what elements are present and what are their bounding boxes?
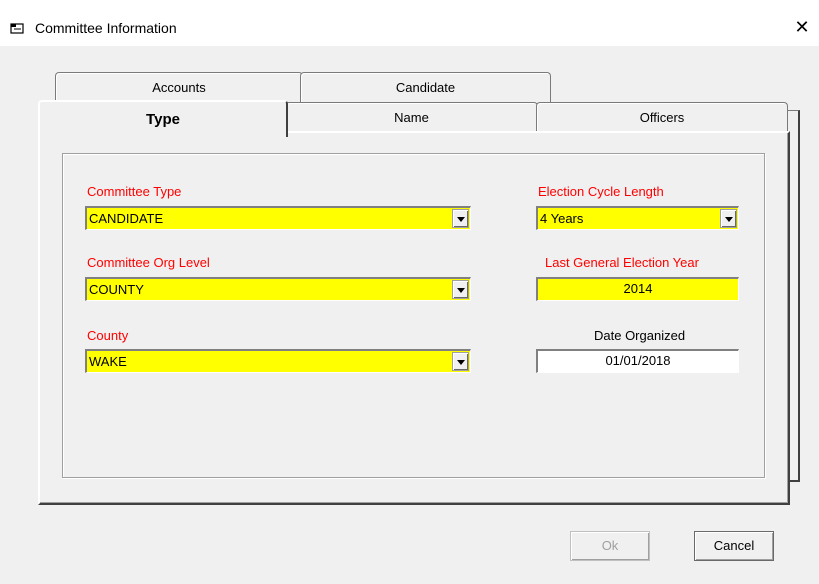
- window-title: Committee Information: [35, 20, 177, 36]
- tab-label: Candidate: [395, 80, 456, 95]
- chevron-down-icon[interactable]: [452, 352, 469, 371]
- last-general-election-year-label: Last General Election Year: [545, 255, 699, 270]
- county-value: WAKE: [89, 354, 127, 369]
- committee-org-level-value: COUNTY: [89, 282, 144, 297]
- county-select[interactable]: WAKE: [85, 349, 471, 373]
- tab-candidate[interactable]: Candidate: [300, 72, 551, 102]
- cancel-button[interactable]: Cancel: [694, 531, 774, 561]
- tab-label: Accounts: [152, 80, 206, 95]
- chevron-down-icon[interactable]: [452, 280, 469, 299]
- tab-label: Name: [394, 110, 429, 125]
- title-bar: Committee Information ✕: [0, 0, 819, 46]
- committee-org-level-label: Committee Org Level: [87, 255, 210, 270]
- tab-page-type: Committee Type CANDIDATE Committee Org L…: [38, 131, 790, 505]
- ok-button[interactable]: Ok: [570, 531, 650, 561]
- committee-type-value: CANDIDATE: [89, 211, 164, 226]
- tab-label: Type: [146, 111, 180, 128]
- tab-type[interactable]: Type: [38, 100, 288, 137]
- county-label: County: [87, 328, 129, 343]
- chevron-down-icon[interactable]: [452, 209, 469, 228]
- close-icon[interactable]: ✕: [790, 15, 814, 39]
- tab-officers[interactable]: Officers: [536, 102, 788, 132]
- tab-label: Officers: [639, 110, 685, 125]
- folder-window-icon: [10, 23, 24, 34]
- committee-org-level-select[interactable]: COUNTY: [85, 277, 471, 301]
- election-cycle-length-select[interactable]: 4 Years: [536, 206, 739, 230]
- tab-name[interactable]: Name: [285, 102, 538, 132]
- election-cycle-length-label: Election Cycle Length: [538, 184, 664, 199]
- chevron-down-icon[interactable]: [720, 209, 737, 228]
- date-organized-field[interactable]: 01/01/2018: [536, 349, 739, 373]
- committee-type-select[interactable]: CANDIDATE: [85, 206, 471, 230]
- last-general-election-year-field[interactable]: 2014: [536, 277, 739, 301]
- date-organized-label: Date Organized: [594, 328, 686, 343]
- committee-type-group: [62, 153, 765, 478]
- committee-type-label: Committee Type: [87, 184, 182, 199]
- tab-accounts[interactable]: Accounts: [55, 72, 303, 102]
- election-cycle-length-value: 4 Years: [540, 211, 584, 226]
